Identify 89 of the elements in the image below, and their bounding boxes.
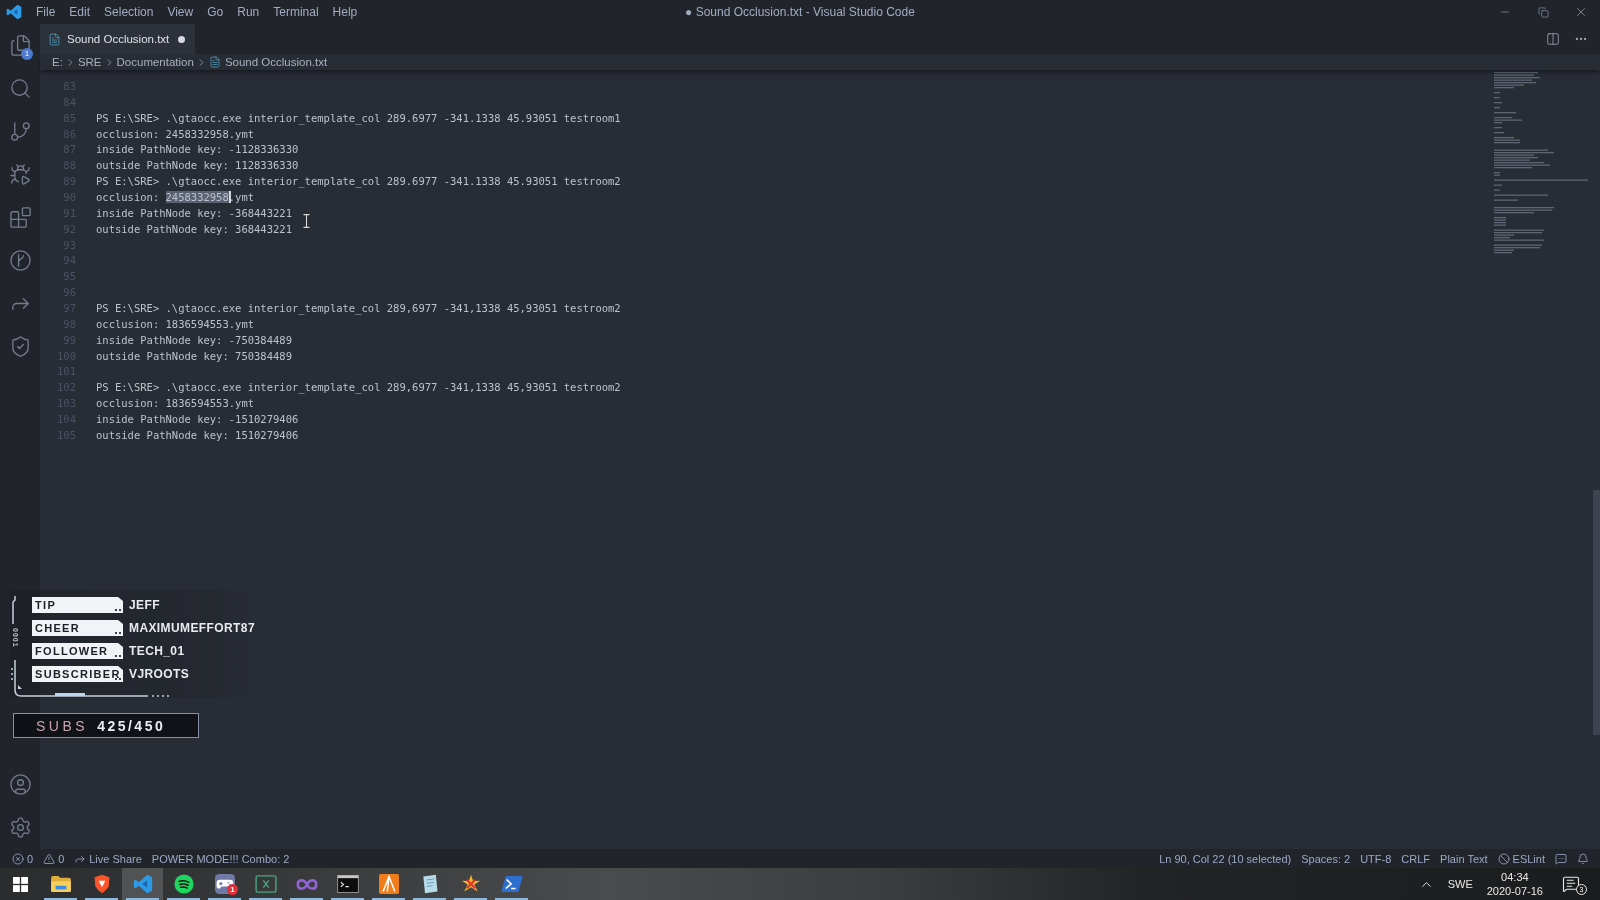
text-cursor-icon [303, 214, 310, 228]
event-type-label: SUBSCRIBER [32, 666, 123, 682]
starburst-x-icon [460, 874, 481, 894]
app-logo-icon [6, 4, 22, 20]
code-line: outside PathNode key: 1128336330 [96, 159, 299, 172]
menu-item[interactable]: Help [325, 0, 365, 24]
settings-icon [8, 816, 32, 839]
ribbon-logo-icon [132, 874, 153, 894]
file-icon [208, 56, 221, 68]
status-bar-item[interactable]: POWER MODE!!! Combo: 2 [146, 849, 295, 868]
blocks-icon [8, 206, 32, 229]
search-icon [8, 77, 32, 100]
restore-icon [1537, 6, 1549, 18]
code-line: PS E:\SRE> .\gtaocc.exe interior_template_col 289.6977 -341.1338 45.93051 testroom2 [96, 175, 621, 188]
notification-icon [1562, 875, 1580, 893]
event-type-label: FOLLOWER [32, 643, 123, 659]
bell-icon [1577, 852, 1589, 865]
error-icon [12, 852, 24, 865]
menu-item[interactable]: Selection [97, 0, 161, 24]
status-bar-item[interactable]: 0 [38, 849, 70, 868]
close-icon [1574, 5, 1588, 19]
files-icon [8, 34, 32, 57]
taskbar-app-button[interactable]: 1 [204, 868, 245, 900]
waves-circle-icon [173, 874, 194, 894]
event-type-label: CHEER [32, 620, 123, 636]
code-line: PS E:\SRE> .\gtaocc.exe interior_template_col 289,6977 -341,1338 45,93051 testroom2 [96, 381, 621, 394]
breadcrumb-item[interactable]: Sound Occlusion.txt [208, 56, 328, 68]
status-bar-item[interactable]: 0 [7, 849, 39, 868]
menu-item[interactable]: View [160, 0, 201, 24]
editor-tab[interactable]: Sound Occlusion.txt [40, 24, 196, 54]
warning-icon [43, 852, 56, 865]
code-line: PS E:\SRE> .\gtaocc.exe interior_template_col 289,6977 -341,1338 45,93051 testroom2 [96, 301, 621, 314]
infinity-icon [295, 876, 318, 892]
scrollbar-thumb[interactable] [1593, 490, 1600, 735]
notification-count: 1 [21, 48, 33, 60]
code-line: occlusion: 1836594553.ymt [96, 317, 255, 330]
folder-icon [49, 875, 72, 893]
status-bar-item[interactable]: Spaces: 2 [1296, 849, 1356, 868]
status-bar-item[interactable]: UTF-8 [1355, 849, 1397, 868]
branch-icon [8, 120, 32, 143]
breadcrumb-item[interactable]: Documentation [116, 56, 194, 68]
event-type-label: TIP [32, 597, 123, 613]
start-menu-icon [12, 876, 28, 892]
gamepad-icon [214, 874, 235, 894]
branch-circle-icon [8, 249, 32, 272]
event-username: MAXIMUMEFFORT87 [129, 621, 255, 635]
split-editor-icon [1546, 32, 1560, 46]
code-line: inside PathNode key: -750384489 [96, 333, 292, 346]
code-line: outside PathNode key: 750384489 [96, 349, 292, 362]
breadcrumb-item[interactable]: SRE [77, 56, 102, 68]
no-entry-icon [1497, 852, 1510, 865]
speech-bubble-icon [1555, 852, 1567, 865]
bug-play-icon [8, 163, 32, 186]
code-line: PS E:\SRE> .\gtaocc.exe interior_template_col 289.6977 -341.1338 45.93051 testroom1 [96, 111, 621, 124]
status-bar-item[interactable]: ESLint [1492, 849, 1550, 868]
code-line: occlusion: 2458332958.ymt [96, 190, 255, 203]
window-title: ● Sound Occlusion.txt - Visual Studio Code [685, 5, 915, 19]
code-line: outside PathNode key: 368443221 [96, 222, 292, 235]
clock[interactable]: 04:34 2020-07-16 [1479, 868, 1550, 900]
code-line: occlusion: 1836594553.ymt [96, 397, 255, 410]
peak-icon [378, 874, 399, 894]
menu-item[interactable]: Run [230, 0, 267, 24]
event-username: TECH_01 [129, 644, 185, 658]
terminal-icon [336, 875, 359, 893]
activity-bar-item[interactable]: 1 [0, 24, 40, 67]
code-line: inside PathNode key: -368443221 [96, 206, 292, 219]
goal-count: 425/450 [97, 717, 166, 734]
menu-item[interactable]: Go [200, 0, 231, 24]
breadcrumb-item[interactable]: E: [52, 56, 63, 68]
language-indicator[interactable]: SWE [1440, 868, 1480, 900]
code-line: inside PathNode key: -1128336330 [96, 143, 299, 156]
menu-item[interactable]: Edit [62, 0, 98, 24]
status-bar-item[interactable]: CRLF [1396, 849, 1436, 868]
event-username: JEFF [129, 598, 160, 612]
code-line: outside PathNode key: 1510279406 [96, 428, 299, 441]
status-bar-item[interactable]: Ln 90, Col 22 (10 selected) [1154, 849, 1297, 868]
prompt-icon [500, 875, 523, 893]
file-icon [48, 32, 61, 46]
event-username: VJROOTS [129, 667, 190, 681]
goal-label: SUBS [36, 717, 89, 734]
x-square-icon [254, 875, 277, 893]
code-line: occlusion: 2458332958.ymt [96, 127, 255, 140]
unread-count: 1 [227, 884, 238, 895]
status-bar-item[interactable]: Plain Text [1435, 849, 1493, 868]
menu-item[interactable]: File [29, 0, 63, 24]
account-icon [8, 773, 32, 796]
menu-item[interactable]: Terminal [266, 0, 326, 24]
code-line: inside PathNode key: -1510279406 [96, 412, 299, 425]
status-bar-item[interactable]: Live Share [69, 849, 147, 868]
